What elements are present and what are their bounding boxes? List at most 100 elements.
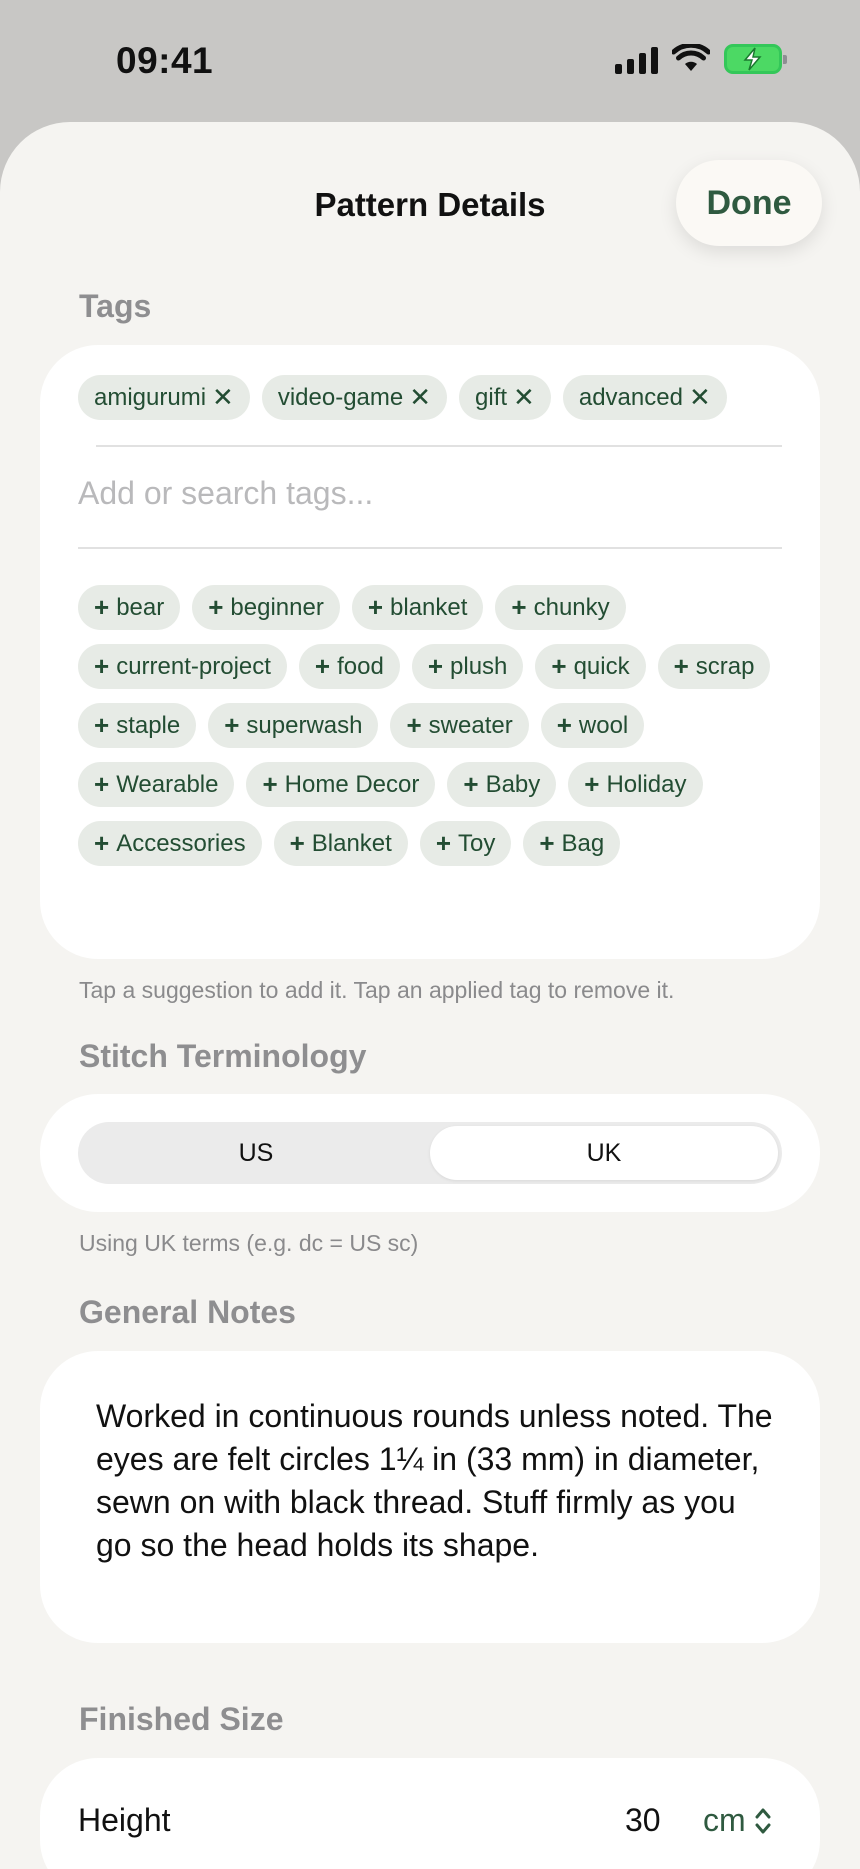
- suggested-tag-label: Accessories: [116, 829, 246, 857]
- add-tag-icon: +: [406, 710, 422, 740]
- suggested-tag-chip[interactable]: + Bag: [523, 821, 621, 866]
- notes-text-area[interactable]: Worked in continuous rounds unless noted…: [96, 1395, 776, 1567]
- applied-tag-chip[interactable]: video-game ✕: [261, 375, 448, 420]
- suggested-tag-chip[interactable]: + blanket: [351, 585, 484, 630]
- applied-tag-chip[interactable]: advanced ✕: [562, 375, 727, 420]
- suggested-tag-chip[interactable]: + bear: [78, 585, 181, 630]
- applied-tag-chip[interactable]: amigurumi ✕: [78, 375, 250, 420]
- suggested-tag-chip[interactable]: + scrap: [657, 644, 771, 689]
- terminology-card: US UK: [40, 1094, 820, 1212]
- segment-us[interactable]: US: [82, 1126, 430, 1180]
- suggested-tag-label: Home Decor: [284, 770, 420, 798]
- suggested-tag-chip[interactable]: + food: [298, 644, 400, 689]
- add-tag-icon: +: [463, 769, 479, 799]
- add-tag-icon: +: [224, 710, 240, 740]
- suggested-tag-label: scrap: [695, 652, 755, 680]
- add-tag-icon: +: [289, 828, 305, 858]
- applied-tags: amigurumi ✕ video-game ✕ gift ✕ advanced ✕: [78, 375, 800, 420]
- suggested-tag-label: beginner: [230, 593, 324, 621]
- suggested-tag-chip[interactable]: + Wearable: [78, 762, 235, 807]
- add-tag-icon: +: [94, 710, 110, 740]
- add-tag-icon: +: [539, 828, 555, 858]
- status-bar: 09:41: [0, 0, 860, 120]
- suggested-tag-label: Toy: [458, 829, 496, 857]
- chevron-up-down-icon: [755, 1808, 771, 1833]
- status-icons: [615, 44, 787, 74]
- terminology-helper-text: Using UK terms (e.g. dc = US sc): [79, 1230, 419, 1256]
- suggested-tag-label: Bag: [561, 829, 605, 857]
- add-tag-icon: +: [556, 710, 572, 740]
- suggested-tag-chip[interactable]: + Baby: [447, 762, 557, 807]
- suggested-tag-label: plush: [450, 652, 508, 680]
- tag-search-input[interactable]: [78, 475, 738, 512]
- suggested-tag-label: food: [337, 652, 384, 680]
- tags-card: amigurumi✕video-game✕gift✕advanced✕ +bea…: [40, 345, 820, 959]
- applied-tag-label: amigurumi: [94, 383, 207, 411]
- remove-tag-icon: ✕: [409, 382, 432, 412]
- add-tag-icon: +: [94, 828, 110, 858]
- suggested-tag-label: blanket: [390, 593, 468, 621]
- suggested-tag-chip[interactable]: + plush: [411, 644, 524, 689]
- applied-tag-chip[interactable]: gift ✕: [459, 375, 551, 420]
- suggested-tag-chip[interactable]: + chunky: [495, 585, 626, 630]
- suggested-tag-chip[interactable]: + Blanket: [273, 821, 408, 866]
- done-button[interactable]: Done: [676, 160, 822, 246]
- add-tag-icon: +: [314, 651, 331, 681]
- height-label: Height: [78, 1802, 171, 1838]
- suggested-tag-chip[interactable]: + Accessories: [78, 821, 262, 866]
- suggested-tag-label: Blanket: [311, 829, 392, 857]
- suggested-tag-chip[interactable]: + sweater: [390, 703, 529, 748]
- suggested-tag-label: Holiday: [606, 770, 687, 798]
- add-tag-icon: +: [94, 592, 110, 622]
- notes-card: Worked in continuous rounds unless noted…: [40, 1351, 820, 1643]
- add-tag-icon: +: [94, 651, 110, 681]
- applied-tag-label: gift: [475, 383, 508, 411]
- suggested-tag-chip[interactable]: + current-project: [78, 644, 287, 689]
- height-value-field[interactable]: 30: [625, 1802, 661, 1839]
- suggested-tag-chip[interactable]: + superwash: [208, 703, 379, 748]
- input-underline: [78, 547, 782, 549]
- add-tag-icon: +: [511, 592, 527, 622]
- remove-tag-icon: ✕: [212, 382, 234, 412]
- applied-tag-label: video-game: [277, 383, 404, 411]
- add-tag-icon: +: [584, 769, 600, 799]
- status-time: 09:41: [116, 40, 214, 81]
- height-unit-label: cm: [703, 1802, 746, 1838]
- suggested-tag-label: wool: [578, 711, 629, 739]
- segment-uk[interactable]: UK: [430, 1126, 778, 1180]
- finished-size-section-title: Finished Size: [79, 1701, 284, 1737]
- battery-charging-icon: [724, 44, 787, 74]
- add-tag-icon: +: [208, 592, 224, 622]
- remove-tag-icon: ✕: [513, 382, 535, 412]
- tags-helper-text: Tap a suggestion to add it. Tap an appli…: [79, 977, 675, 1003]
- terminology-section-title: Stitch Terminology: [79, 1038, 367, 1074]
- cellular-signal-icon: [615, 44, 658, 74]
- suggested-tag-chip[interactable]: + Holiday: [568, 762, 703, 807]
- suggested-tags: + bear + beginner + blanket + chunky + current-pr…: [78, 585, 778, 866]
- suggested-tag-label: bear: [116, 593, 165, 621]
- suggested-tag-label: chunky: [533, 593, 610, 621]
- add-tag-icon: +: [435, 828, 451, 858]
- suggested-tag-chip[interactable]: + staple: [78, 703, 197, 748]
- suggested-tag-label: sweater: [428, 711, 513, 739]
- notes-section-title: General Notes: [79, 1294, 296, 1330]
- suggested-tag-label: Baby: [485, 770, 541, 798]
- suggested-tag-chip[interactable]: + Toy: [419, 821, 512, 866]
- suggested-tag-label: staple: [116, 711, 181, 739]
- tags-section-title: Tags: [79, 288, 152, 324]
- suggested-tag-label: Wearable: [116, 770, 219, 798]
- suggested-tag-chip[interactable]: + beginner: [192, 585, 340, 630]
- remove-tag-icon: ✕: [688, 382, 711, 412]
- suggested-tag-label: superwash: [246, 711, 363, 739]
- suggested-tag-chip[interactable]: + Home Decor: [246, 762, 436, 807]
- finished-size-card: Height 30 cm: [40, 1758, 820, 1869]
- suggested-tag-label: quick: [573, 652, 630, 680]
- add-tag-icon: +: [427, 651, 444, 681]
- height-unit-picker[interactable]: cm: [703, 1802, 772, 1839]
- suggested-tag-chip[interactable]: + quick: [535, 644, 646, 689]
- terminology-segmented-control: US UK: [78, 1122, 782, 1184]
- suggested-tag-chip[interactable]: + wool: [540, 703, 645, 748]
- add-tag-icon: +: [262, 769, 278, 799]
- add-tag-icon: +: [673, 651, 689, 681]
- suggested-tag-label: current-project: [116, 652, 271, 680]
